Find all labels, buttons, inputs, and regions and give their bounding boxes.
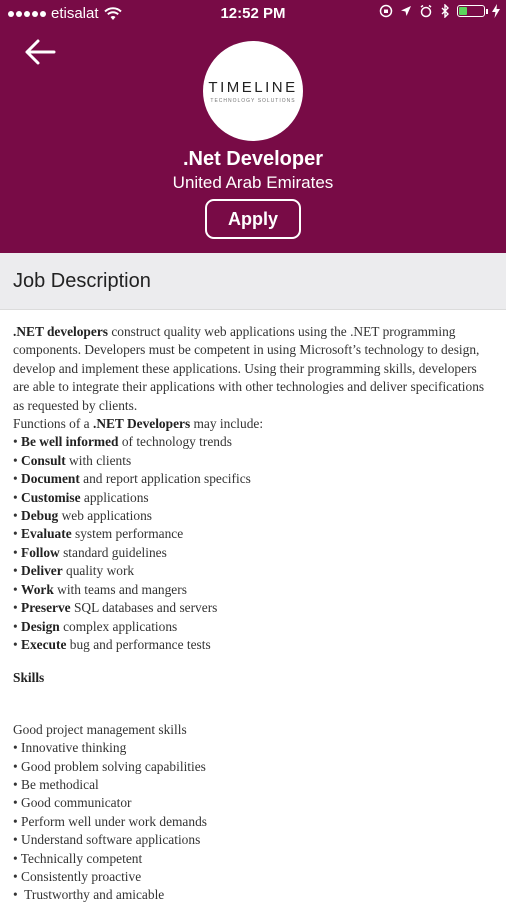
logo-subtext: TECHNOLOGY SOLUTIONS	[210, 97, 296, 104]
function-text: standard guidelines	[59, 544, 167, 560]
function-bold: Execute	[21, 636, 67, 652]
functions-bold: .NET Developers	[92, 416, 191, 432]
skill-text: Innovative thinking	[21, 740, 127, 756]
list-item: • Design complex applications	[13, 618, 178, 634]
functions-suffix: may include:	[190, 416, 264, 432]
list-item: • Be methodical	[13, 776, 99, 792]
alarm-icon	[420, 4, 432, 18]
function-text: and report application specifics	[79, 471, 251, 487]
list-item: • Consult with clients	[13, 452, 132, 468]
functions-intro: Functions of a .NET Developers may inclu…	[13, 415, 493, 433]
location-arrow-icon	[401, 6, 411, 16]
logo-text: TIMELINE	[208, 78, 298, 96]
battery-icon	[457, 5, 488, 17]
status-bar: etisalat 12:52 PM	[0, 0, 506, 28]
skill-text: Understand software applications	[21, 832, 201, 848]
skill-text: Good problem solving capabilities	[21, 758, 206, 774]
list-item: • Trustworthy and amicable	[13, 887, 165, 903]
job-location: United Arab Emirates	[172, 173, 334, 192]
list-item: • Good problem solving capabilities	[13, 758, 206, 774]
function-bold: Document	[21, 471, 80, 487]
list-item: • Document and report application specif…	[13, 471, 251, 487]
function-text: complex applications	[59, 618, 178, 634]
function-bold: Work	[21, 581, 54, 597]
list-item: • Debug web applications	[13, 508, 152, 524]
function-text: SQL databases and servers	[70, 600, 218, 616]
list-item: • Understand software applications	[13, 832, 201, 848]
skills-heading: Skills	[13, 670, 45, 686]
list-item: • Preserve SQL databases and servers	[13, 600, 218, 616]
skill-text: Trustworthy and amicable	[21, 887, 165, 903]
section-header: Job Description	[0, 253, 506, 310]
function-bold: Evaluate	[21, 526, 72, 542]
list-item: • Work with teams and mangers	[13, 581, 187, 597]
intro-paragraph: .NET developers construct quality web ap…	[13, 323, 493, 415]
function-bold: Customise	[21, 489, 81, 505]
orientation-lock-icon	[379, 4, 393, 18]
list-item: • Technically competent	[13, 850, 143, 866]
function-bold: Debug	[21, 508, 59, 524]
skill-text: Perform well under work demands	[21, 813, 207, 829]
list-item: • Innovative thinking	[13, 740, 127, 756]
list-item: • Follow standard guidelines	[13, 544, 167, 560]
function-text: of technology trends	[118, 434, 232, 450]
list-item: • Execute bug and performance tests	[13, 636, 211, 652]
function-text: bug and performance tests	[66, 636, 211, 652]
function-text: web applications	[58, 508, 152, 524]
company-logo: TIMELINE TECHNOLOGY SOLUTIONS	[203, 41, 303, 141]
skill-text: Good communicator	[21, 795, 132, 811]
list-item: • Customise applications	[13, 489, 149, 505]
function-text: applications	[80, 489, 149, 505]
job-header: etisalat 12:52 PM TIMELINE TECHNOLOGY SO…	[0, 0, 506, 253]
list-item: • Deliver quality work	[13, 563, 135, 579]
job-description: .NET developers construct quality web ap…	[13, 323, 493, 905]
status-icons	[379, 4, 500, 18]
back-arrow-icon[interactable]	[22, 36, 58, 68]
function-text: with teams and mangers	[53, 581, 187, 597]
bluetooth-icon	[441, 4, 449, 18]
function-text: system performance	[71, 526, 184, 542]
function-bold: Deliver	[21, 563, 63, 579]
function-bold: Follow	[21, 544, 60, 560]
list-item: • Be well informed of technology trends	[13, 434, 232, 450]
charging-bolt-icon	[492, 4, 500, 18]
intro-bold: .NET developers	[13, 324, 108, 339]
skills-intro: Good project management skills	[13, 721, 187, 737]
job-title: .Net Developer	[182, 148, 324, 170]
skill-text: Consistently proactive	[21, 868, 142, 884]
function-bold: Consult	[21, 452, 66, 468]
function-bold: Preserve	[21, 600, 71, 616]
function-bold: Be well informed	[21, 434, 119, 450]
list-item: • Consistently proactive	[13, 868, 142, 884]
function-bold: Design	[21, 618, 60, 634]
apply-button[interactable]: Apply	[205, 199, 301, 239]
list-item: • Evaluate system performance	[13, 526, 184, 542]
function-text: with clients	[65, 452, 132, 468]
skill-text: Be methodical	[21, 776, 99, 792]
list-item: • Perform well under work demands	[13, 813, 207, 829]
section-title: Job Description	[13, 270, 151, 292]
list-item: • Good communicator	[13, 795, 132, 811]
skill-text: Technically competent	[20, 850, 143, 866]
functions-prefix: Functions of a	[13, 416, 93, 432]
function-text: quality work	[62, 563, 135, 579]
